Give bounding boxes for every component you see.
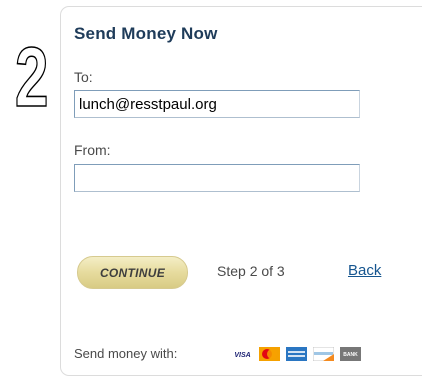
send-money-with-label: Send money with: [74, 346, 178, 361]
continue-button[interactable]: CONTINUE [77, 256, 188, 289]
amex-icon [286, 346, 307, 361]
visa-icon: VISA [232, 346, 253, 361]
bank-icon: BANK [340, 346, 361, 361]
form-title: Send Money Now [74, 24, 218, 43]
discover-icon [313, 346, 334, 361]
to-label: To: [74, 69, 93, 85]
visa-icon-text: VISA [234, 352, 250, 359]
to-email-field[interactable] [74, 90, 360, 118]
from-label: From: [74, 142, 111, 158]
from-email-field[interactable] [74, 164, 360, 192]
step-indicator: Step 2 of 3 [217, 263, 285, 279]
step-number-2-icon: 2 [14, 40, 49, 112]
mastercard-icon [259, 346, 280, 361]
send-money-page: 2 Send Money Now To: From: CONTINUE Step… [0, 0, 422, 383]
bank-icon-text: BANK [343, 352, 358, 358]
payment-methods: VISA BANK [232, 345, 361, 362]
back-link[interactable]: Back [348, 262, 381, 279]
step-number-text: 2 [15, 40, 49, 112]
